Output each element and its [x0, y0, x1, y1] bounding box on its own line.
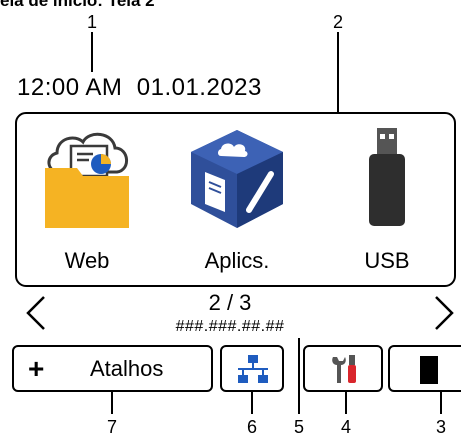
- network-icon: [238, 355, 268, 383]
- app-label-usb: USB: [364, 248, 410, 273]
- callout-6-line: [251, 392, 253, 414]
- apps-icon: [191, 130, 283, 228]
- network-button[interactable]: [220, 345, 284, 392]
- callout-4-line: [345, 392, 347, 414]
- callout-1: 1: [86, 12, 97, 32]
- time-text: 12:00 AM: [17, 74, 123, 101]
- callout-1-line: [91, 32, 93, 72]
- callout-6: 6: [246, 417, 257, 437]
- page-indicator: 2 / 3: [208, 290, 252, 315]
- shortcuts-button[interactable]: + Atalhos: [12, 345, 213, 392]
- app-tile-web[interactable]: Web: [17, 114, 157, 285]
- tools-button[interactable]: [303, 345, 383, 392]
- usb-icon: [369, 128, 405, 226]
- callout-7-line: [111, 392, 113, 414]
- callout-2: 2: [332, 12, 343, 32]
- web-icon: [45, 132, 129, 228]
- callout-3-line: [440, 392, 442, 414]
- date-time-display: 12:00 AM 01.01.2023: [17, 74, 262, 102]
- chevron-left-icon[interactable]: [24, 293, 48, 333]
- plus-icon: +: [28, 353, 45, 384]
- date-text: 01.01.2023: [136, 74, 262, 101]
- callout-5: 5: [293, 417, 304, 437]
- toner-icon: [420, 356, 438, 384]
- app-tile-apps[interactable]: Aplics.: [167, 114, 307, 285]
- callout-5-line: [298, 338, 300, 414]
- app-label-apps: Aplics.: [204, 248, 270, 273]
- callout-7: 7: [106, 417, 117, 437]
- callout-2-line: [337, 32, 339, 112]
- callout-3: 3: [435, 417, 446, 437]
- callout-4: 4: [340, 417, 351, 437]
- app-panel: Web Aplics. USB: [15, 112, 456, 287]
- chevron-right-icon[interactable]: [432, 293, 456, 333]
- tools-icon: [332, 355, 356, 383]
- app-tile-usb[interactable]: USB: [317, 114, 457, 285]
- toner-button[interactable]: [388, 345, 461, 392]
- shortcuts-label: Atalhos: [90, 356, 164, 381]
- document-title: ela de início: Tela 2: [0, 0, 155, 10]
- app-label-web: Web: [64, 248, 110, 273]
- ip-address: ###.###.##.##: [175, 318, 285, 335]
